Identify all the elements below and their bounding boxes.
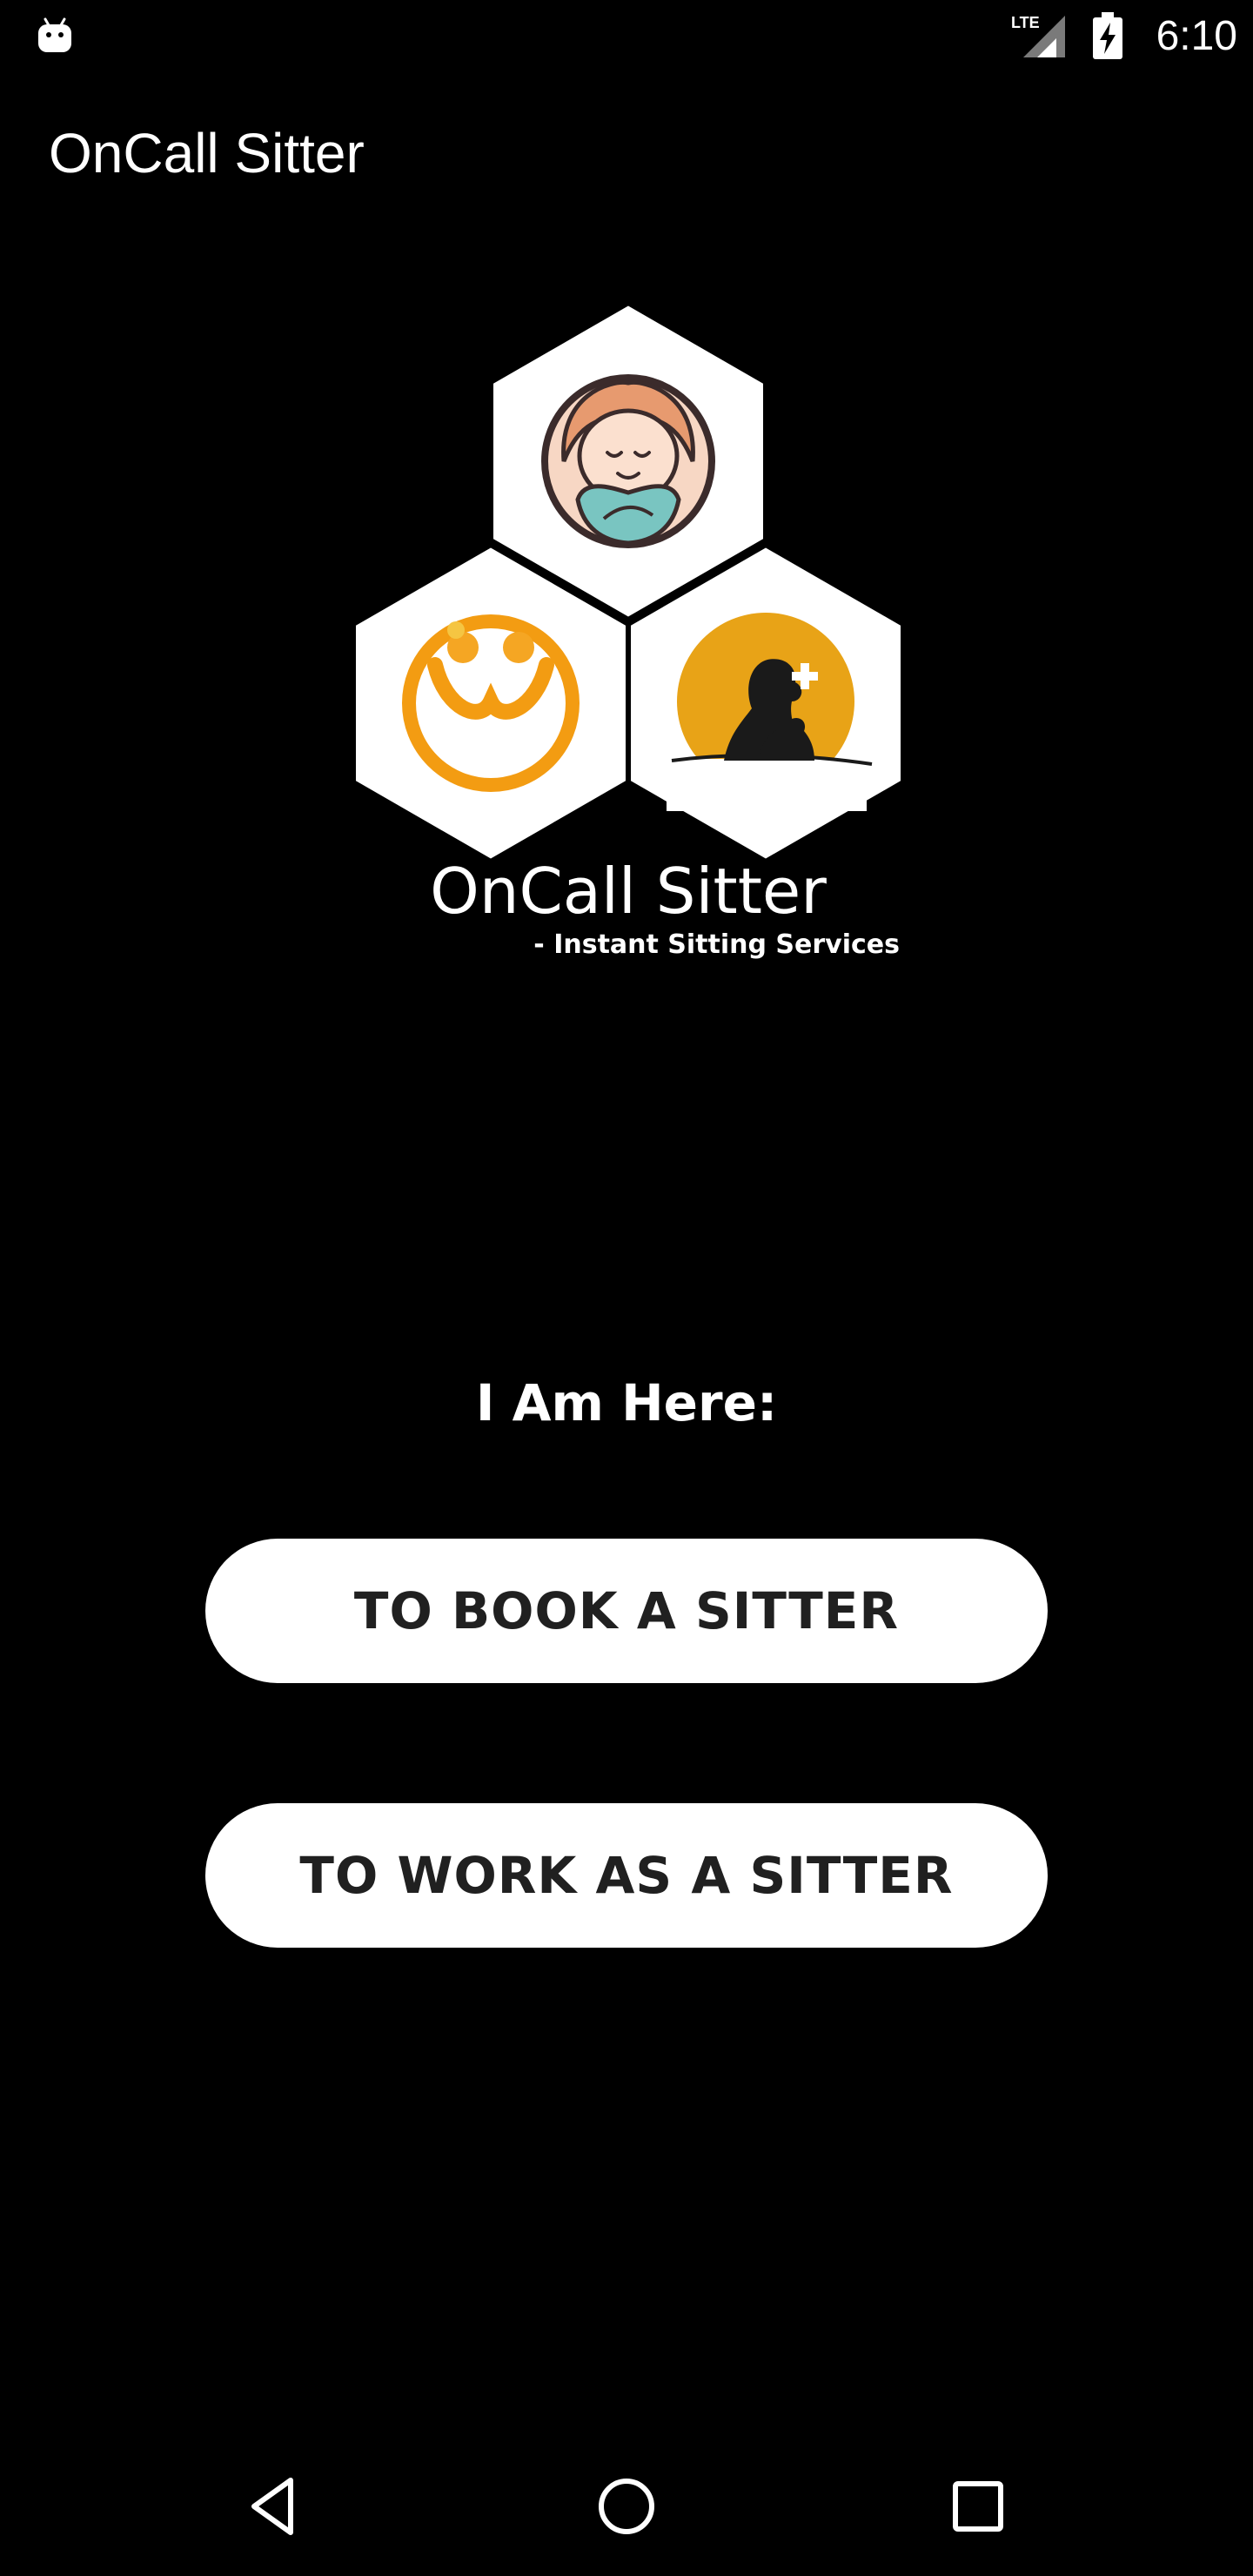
home-icon[interactable]	[592, 2472, 661, 2541]
android-icon	[35, 16, 75, 56]
status-bar: LTE 6:10	[0, 0, 1253, 73]
baby-icon	[541, 374, 715, 548]
status-time: 6:10	[1156, 13, 1237, 59]
lte-signal-icon: LTE	[1011, 12, 1069, 59]
app-bar: OnCall Sitter	[0, 73, 1253, 247]
back-icon[interactable]	[240, 2472, 310, 2541]
battery-charging-icon	[1091, 12, 1124, 61]
logo-tagline: - Instant Sitting Services	[533, 929, 900, 960]
navigation-bar	[0, 2437, 1253, 2576]
recents-icon[interactable]	[943, 2472, 1013, 2541]
logo-name: OnCall Sitter	[430, 855, 827, 928]
app-logo: OnCall Sitter - Instant Sitting Services	[350, 299, 907, 961]
work-as-sitter-button[interactable]: TO WORK AS A SITTER	[205, 1803, 1048, 1948]
network-label: LTE	[1011, 14, 1040, 31]
role-prompt: I Am Here:	[475, 1373, 778, 1432]
app-title: OnCall Sitter	[49, 122, 365, 184]
book-sitter-button[interactable]: TO BOOK A SITTER	[205, 1539, 1048, 1683]
